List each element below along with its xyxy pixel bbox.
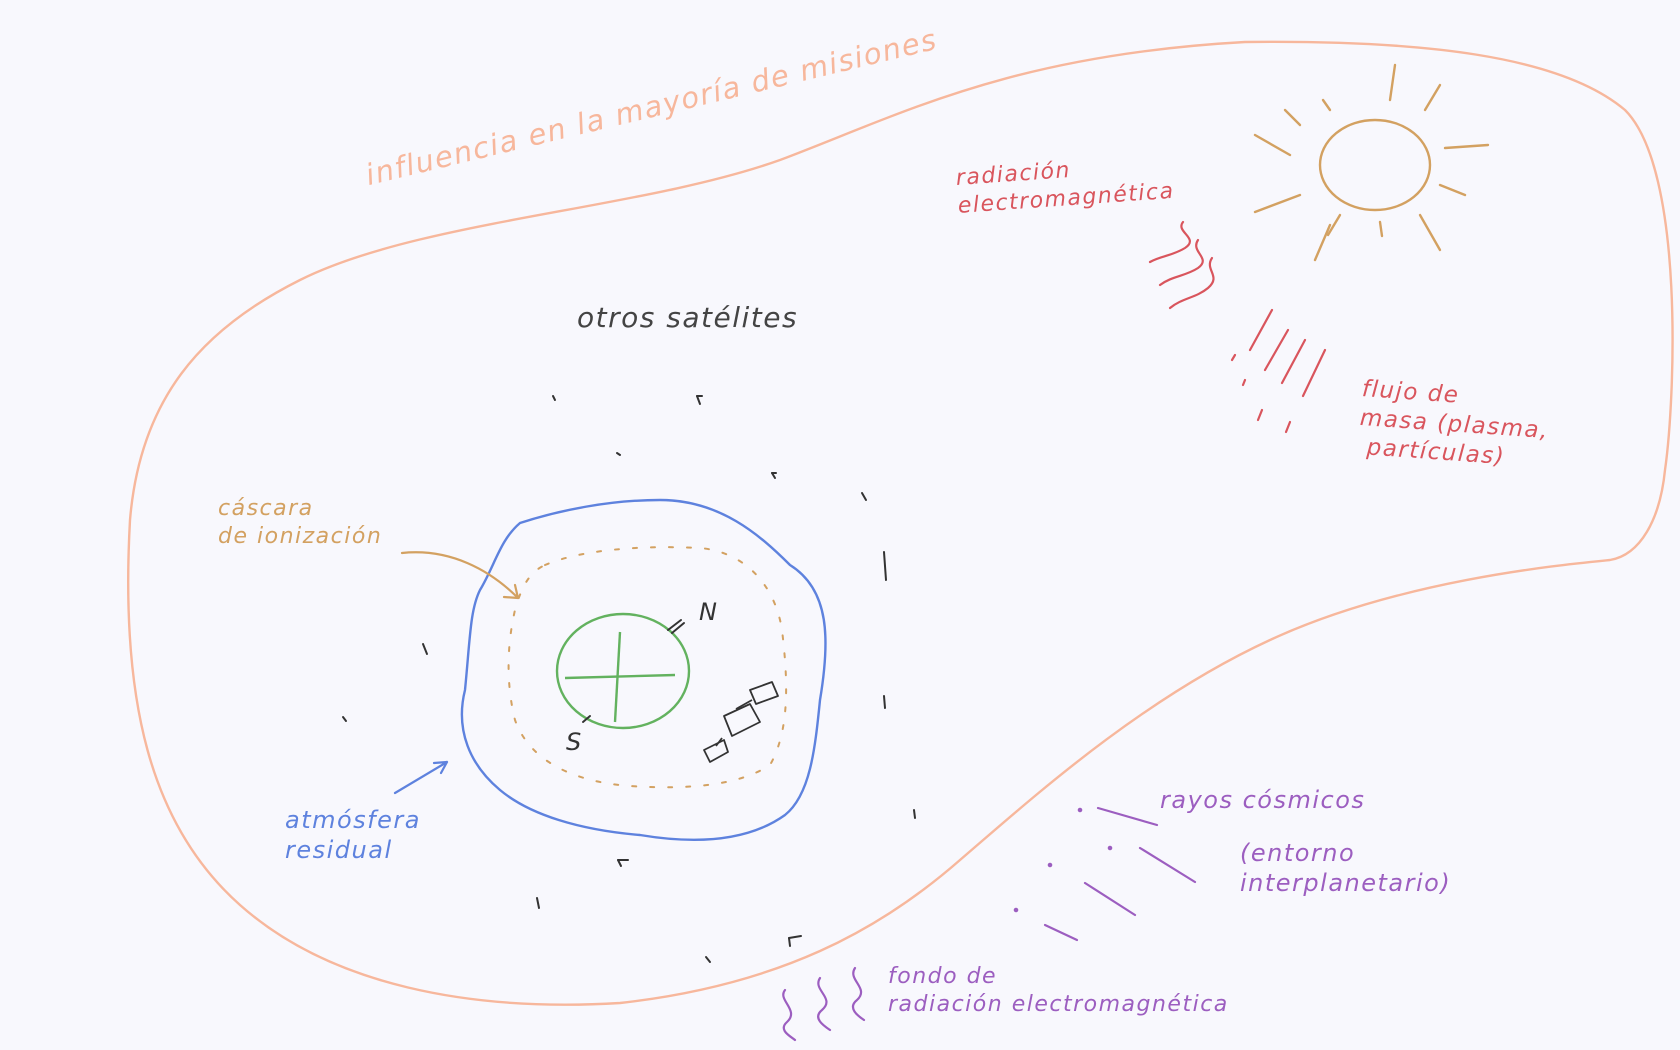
background-radiation-label: fondo de radiación electromagnética	[888, 964, 1229, 1017]
earth-icon	[555, 612, 691, 730]
other-satellites-marks	[342, 395, 916, 963]
diagram-canvas: influencia en la mayoría de misiones otr…	[0, 0, 1680, 1050]
south-pole-label: S	[566, 728, 582, 756]
ionization-shell-label: cáscara de ionización	[218, 496, 383, 549]
mass-flow-label: flujo de masa (plasma, partículas)	[1357, 375, 1550, 470]
other-satellites-label: otros satélites	[577, 301, 799, 334]
residual-atmosphere-label: atmósfera residual	[285, 806, 421, 864]
residual-atmosphere-arrow	[393, 760, 449, 795]
residual-atmosphere-boundary	[460, 498, 827, 842]
electromagnetic-wave-icon	[1148, 220, 1215, 310]
cosmic-rays-label: rayos cósmicos	[1160, 786, 1366, 814]
magnetic-axis-markers	[582, 619, 685, 723]
north-pole-label: N	[699, 598, 717, 626]
cosmic-ray-streaks	[1013, 806, 1197, 942]
background-radiation-icon	[782, 966, 866, 1042]
interplanetary-environment-label: (entorno interplanetario)	[1240, 839, 1452, 897]
ionization-shell-arrow	[400, 551, 520, 600]
mass-flow-streaks	[1230, 308, 1327, 434]
ionization-shell-ring	[507, 546, 788, 789]
satellite-icon	[703, 681, 779, 763]
sun-icon	[1253, 63, 1490, 262]
